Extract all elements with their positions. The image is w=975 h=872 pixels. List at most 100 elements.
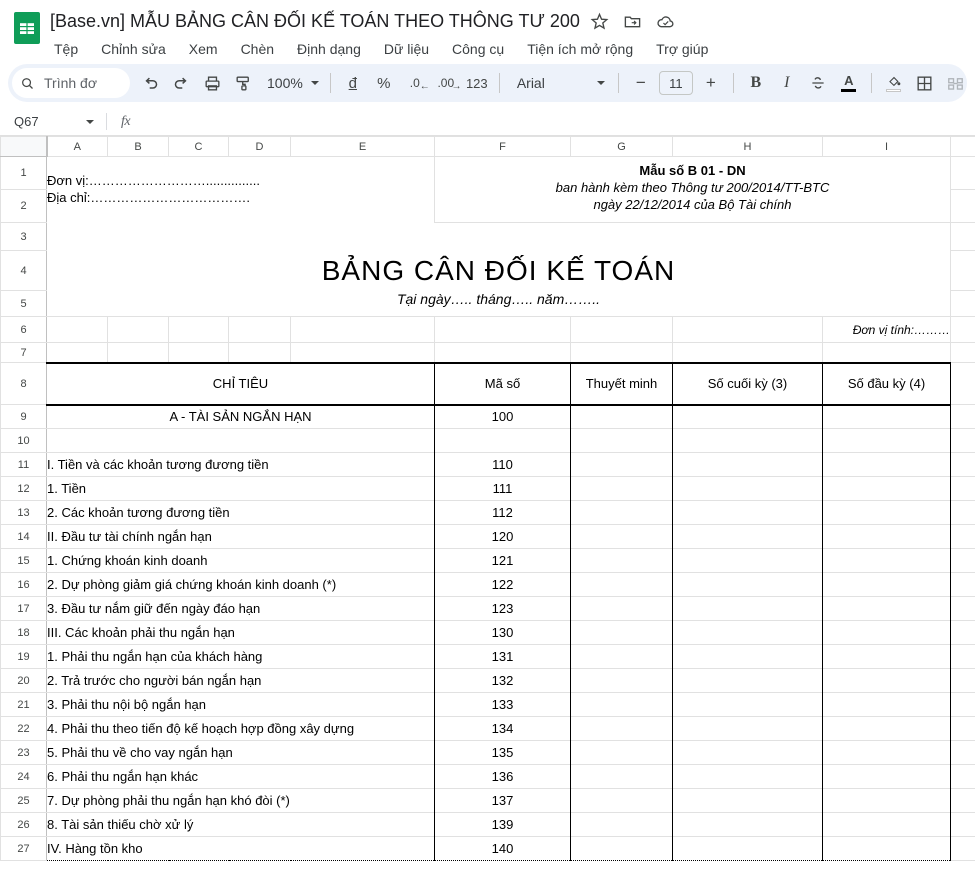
cell-g6[interactable] [570, 316, 673, 343]
cell-note[interactable] [570, 716, 673, 741]
cell-indicator[interactable]: 8. Tài sản thiếu chờ xử lý [46, 812, 435, 837]
row-header-18[interactable]: 18 [0, 620, 47, 645]
cell-begin-balance[interactable] [822, 644, 951, 669]
cell-begin-balance[interactable] [822, 620, 951, 645]
cell-indicator[interactable]: 4. Phải thu theo tiến độ kế hoạch hợp đồ… [46, 716, 435, 741]
cell-b6[interactable] [107, 316, 169, 343]
select-all-corner[interactable] [0, 136, 48, 157]
row-header-27[interactable]: 27 [0, 836, 47, 861]
column-header-c[interactable]: C [168, 136, 229, 157]
redo-button[interactable] [166, 68, 196, 98]
cell-note[interactable] [570, 404, 673, 429]
cell-b7[interactable] [107, 342, 169, 363]
cell-overflow[interactable] [950, 644, 975, 669]
cell-end-balance[interactable] [672, 716, 823, 741]
cell-indicator[interactable]: I. Tiền và các khoản tương đương tiền [46, 452, 435, 477]
cell-e6[interactable] [290, 316, 435, 343]
menu-item-data[interactable]: Dữ liệu [381, 37, 432, 61]
cell-indicator[interactable]: IV. Hàng tồn kho [46, 836, 435, 861]
increase-decimal-button[interactable]: .00 → [431, 68, 461, 98]
cell-indicator[interactable]: 5. Phải thu về cho vay ngắn hạn [46, 740, 435, 765]
cell-overflow[interactable] [950, 500, 975, 525]
font-family-selector[interactable]: Arial [507, 68, 611, 98]
cell-note[interactable] [570, 452, 673, 477]
font-size-input[interactable]: 11 [658, 71, 693, 95]
cell-main-title[interactable]: BẢNG CÂN ĐỐI KẾ TOÁN [47, 251, 951, 291]
column-header-h[interactable]: H [672, 136, 823, 157]
cell-indicator[interactable]: 2. Các khoản tương đương tiền [46, 500, 435, 525]
cell-form-code-block[interactable]: Mẫu số B 01 - DN ban hành kèm theo Thông… [434, 156, 951, 223]
cell-note[interactable] [570, 524, 673, 549]
cell-code[interactable]: 140 [434, 836, 571, 861]
cell-indicator[interactable]: 3. Đầu tư nắm giữ đến ngày đáo hạn [46, 596, 435, 621]
menu-item-tools[interactable]: Công cụ [449, 37, 507, 61]
cell-code[interactable]: 133 [434, 692, 571, 717]
decrease-font-size-button[interactable]: − [626, 68, 656, 98]
cell-code[interactable] [434, 428, 571, 453]
cell-overflow[interactable] [950, 692, 975, 717]
cell-end-balance[interactable] [672, 764, 823, 789]
name-box[interactable]: Q67 [0, 108, 106, 136]
cell-overflow[interactable] [950, 404, 975, 429]
cell-a7[interactable] [46, 342, 108, 363]
cell-j6[interactable] [950, 316, 975, 343]
row-header-20[interactable]: 20 [0, 668, 47, 693]
cell-overflow[interactable] [950, 548, 975, 573]
cell-end-balance[interactable] [672, 692, 823, 717]
cell-end-balance[interactable] [672, 428, 823, 453]
cell-unit-line[interactable]: Đơn vị:………………………............... [47, 157, 435, 190]
row-header-5[interactable]: 5 [0, 290, 47, 317]
cell-main-subtitle[interactable]: Tại ngày….. tháng….. năm…….. [47, 291, 951, 317]
cell-note[interactable] [570, 764, 673, 789]
cell-indicator[interactable] [46, 428, 435, 453]
cell-h6[interactable] [672, 316, 823, 343]
decrease-decimal-button[interactable]: .0 ← [400, 68, 430, 98]
cell-h7[interactable] [672, 342, 823, 363]
menu-item-extensions[interactable]: Tiện ích mở rộng [524, 37, 636, 61]
cell-note[interactable] [570, 836, 673, 861]
cell-j3[interactable] [950, 222, 975, 251]
cell-begin-balance[interactable] [822, 404, 951, 429]
undo-button[interactable] [135, 68, 165, 98]
cell-note[interactable] [570, 596, 673, 621]
number-format-button[interactable]: 123 [462, 68, 492, 98]
paint-format-button[interactable] [228, 68, 258, 98]
cell-code[interactable]: 121 [434, 548, 571, 573]
cell-begin-balance[interactable] [822, 596, 951, 621]
cell-overflow[interactable] [950, 428, 975, 453]
cell-unit-of-measure[interactable]: Đơn vị tính:……… [822, 316, 951, 343]
cell-begin-balance[interactable] [822, 524, 951, 549]
cell-code[interactable]: 134 [434, 716, 571, 741]
cell-j7[interactable] [950, 342, 975, 363]
cell-code[interactable]: 120 [434, 524, 571, 549]
cell-note[interactable] [570, 500, 673, 525]
cell-code[interactable]: 100 [434, 404, 571, 429]
row-header-19[interactable]: 19 [0, 644, 47, 669]
cell-code[interactable]: 123 [434, 596, 571, 621]
cell-j5[interactable] [950, 290, 975, 317]
cell-begin-balance[interactable] [822, 812, 951, 837]
row-header-2[interactable]: 2 [0, 189, 47, 223]
cell-begin-balance[interactable] [822, 428, 951, 453]
cell-end-balance[interactable] [672, 836, 823, 861]
cell-note[interactable] [570, 812, 673, 837]
row-header-16[interactable]: 16 [0, 572, 47, 597]
cell-i7[interactable] [822, 342, 951, 363]
spreadsheet-grid[interactable]: A B C D E F G H I 1 Đơn vị:………………………....… [0, 136, 975, 862]
cell-note[interactable] [570, 788, 673, 813]
cell-end-balance[interactable] [672, 452, 823, 477]
cell-indicator[interactable]: 6. Phải thu ngắn hạn khác [46, 764, 435, 789]
cell-end-balance[interactable] [672, 548, 823, 573]
cell-indicator[interactable]: 2. Dự phòng giảm giá chứng khoán kinh do… [46, 572, 435, 597]
cell-c7[interactable] [168, 342, 229, 363]
cell-begin-balance[interactable] [822, 476, 951, 501]
cell-a6[interactable] [46, 316, 108, 343]
row-header-23[interactable]: 23 [0, 740, 47, 765]
document-title[interactable]: [Base.vn] MẪU BẢNG CÂN ĐỐI KẾ TOÁN THEO … [50, 8, 588, 34]
cell-begin-balance[interactable] [822, 548, 951, 573]
cell-end-balance[interactable] [672, 500, 823, 525]
cell-j8[interactable] [950, 362, 975, 405]
strikethrough-button[interactable] [803, 68, 833, 98]
cell-begin-balance[interactable] [822, 572, 951, 597]
cell-j1[interactable] [950, 156, 975, 190]
